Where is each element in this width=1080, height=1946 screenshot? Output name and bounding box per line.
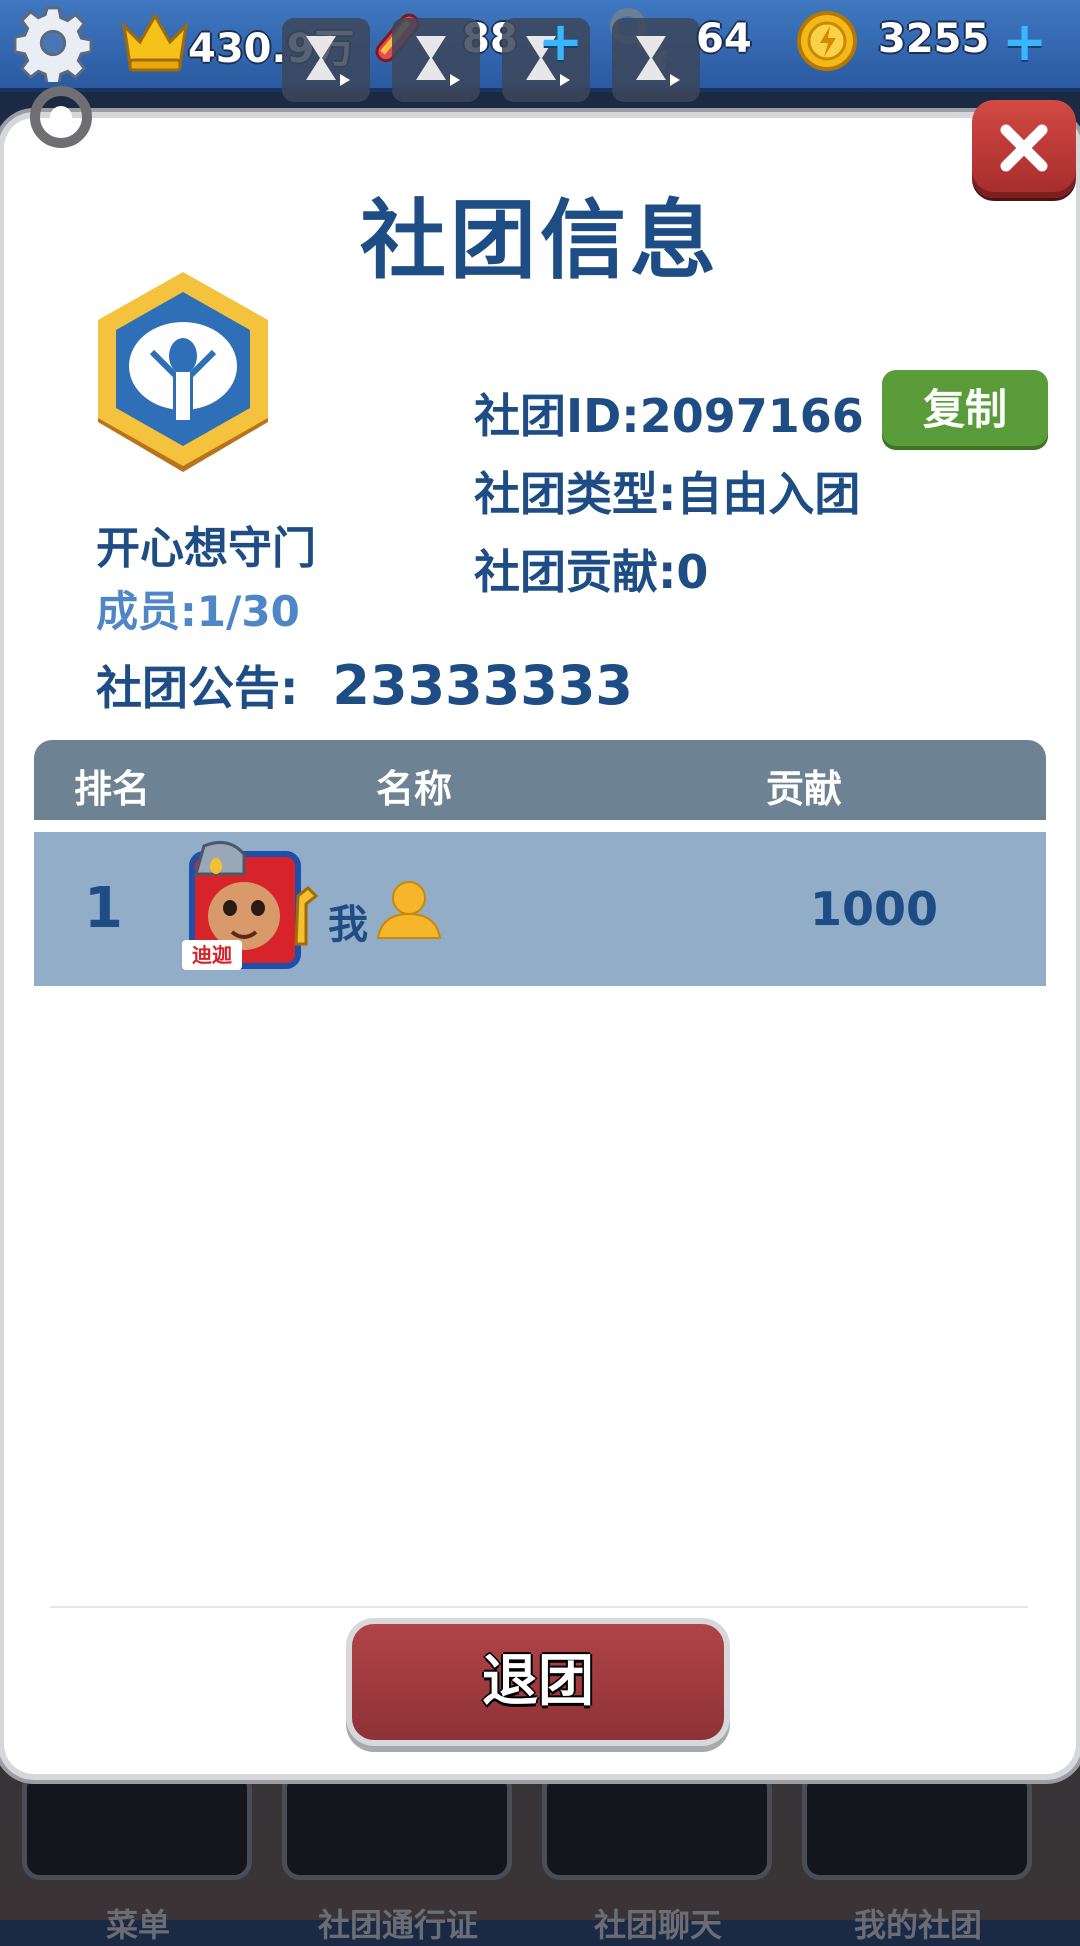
- nav-my-club-label: 我的社团: [853, 1906, 982, 1944]
- loading-indicator: [30, 86, 92, 148]
- nav-club-pass-button[interactable]: [282, 1770, 512, 1880]
- close-icon: [1000, 124, 1048, 172]
- nav-club-chat-label: 社团聊天: [593, 1906, 722, 1944]
- club-id: 社团ID:2097166: [474, 389, 864, 443]
- add-keys-plus-icon[interactable]: +: [538, 10, 583, 73]
- coin-icon: [797, 11, 857, 71]
- row-player-name: 我: [328, 902, 368, 948]
- copy-id-button[interactable]: 复制: [882, 370, 1048, 450]
- club-type: 社团类型:自由入团: [474, 467, 861, 521]
- self-user-icon: [376, 881, 442, 939]
- nav-club-pass-label: 社团通行证: [317, 1906, 478, 1944]
- row-rank: 1: [84, 876, 123, 941]
- club-badge-icon: [98, 272, 268, 472]
- settings-gear-icon[interactable]: [14, 4, 92, 82]
- keys-value: 64: [696, 16, 752, 62]
- coins-value: 3255: [878, 16, 990, 62]
- club-name: 开心想守门: [96, 523, 316, 574]
- header-name: 名称: [376, 767, 453, 811]
- club-notice-value: 23333333: [332, 654, 634, 717]
- leave-club-button[interactable]: 退团: [352, 1624, 724, 1740]
- nav-menu-button[interactable]: [22, 1770, 252, 1880]
- nav-club-chat-button[interactable]: [542, 1770, 772, 1880]
- header-contribution: 贡献: [766, 767, 843, 811]
- header-rank: 排名: [74, 767, 151, 811]
- add-coins-plus-icon[interactable]: +: [1002, 10, 1047, 73]
- nav-my-club-button[interactable]: [802, 1770, 1032, 1880]
- table-row[interactable]: 1 迪迦 我 1000: [34, 832, 1046, 986]
- hourglass-ad-button[interactable]: [612, 18, 700, 102]
- top-hud: 430.9万 88 + 64 3255 +: [0, 0, 1080, 102]
- club-members-count: 成员:1/30: [96, 587, 300, 636]
- hourglass-ad-button[interactable]: [392, 18, 480, 102]
- footer-divider: [50, 1606, 1028, 1608]
- avatar-caption: 迪迦: [192, 943, 233, 967]
- row-contribution: 1000: [810, 882, 939, 936]
- player-avatar: 迪迦: [182, 840, 319, 970]
- crown-icon: [121, 12, 189, 72]
- bottom-navigation: 菜单 社团通行证 社团聊天 我的社团: [0, 1770, 1080, 1944]
- members-table-header: 排名 名称 贡献: [34, 740, 1046, 820]
- hourglass-ad-button[interactable]: [282, 18, 370, 102]
- nav-menu-label: 菜单: [105, 1906, 170, 1944]
- leave-club-label: 退团: [482, 1649, 594, 1714]
- club-contribution: 社团贡献:0: [474, 545, 709, 599]
- club-notice-label: 社团公告:: [96, 661, 299, 715]
- club-notice: 社团公告: 23333333: [96, 652, 633, 718]
